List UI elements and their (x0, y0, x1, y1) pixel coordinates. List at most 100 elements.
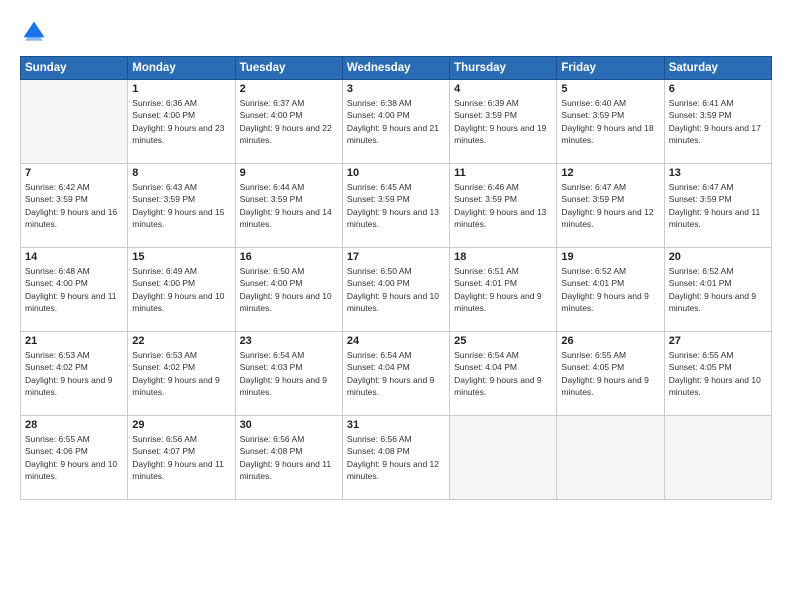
calendar-cell: 26 Sunrise: 6:55 AMSunset: 4:05 PMDayligh… (557, 332, 664, 416)
calendar-cell: 17Sunrise: 6:50 AMSunset: 4:00 PMDayligh… (342, 248, 449, 332)
calendar-cell (450, 416, 557, 500)
day-number: 31 (347, 419, 445, 431)
calendar-cell: 13Sunrise: 6:47 AMSunset: 3:59 PMDayligh… (664, 164, 771, 248)
day-info: Sunrise: 6:56 AMSunset: 4:08 PMDaylight:… (347, 433, 445, 482)
day-number: 12 (561, 167, 659, 179)
day-info: Sunrise: 6:56 AMSunset: 4:07 PMDaylight:… (132, 433, 230, 482)
day-info: Sunrise: 6:50 AMSunset: 4:00 PMDaylight:… (240, 265, 338, 314)
day-number: 27 (669, 335, 767, 347)
day-number: 26 (561, 335, 659, 347)
day-info: Sunrise: 6:44 AMSunset: 3:59 PMDaylight:… (240, 181, 338, 230)
calendar-cell (557, 416, 664, 500)
calendar-cell: 16 Sunrise: 6:50 AMSunset: 4:00 PMDayligh… (235, 248, 342, 332)
calendar-cell: 25Sunrise: 6:54 AMSunset: 4:04 PMDayligh… (450, 332, 557, 416)
weekday-header-cell: Wednesday (342, 57, 449, 80)
calendar-cell: 27 Sunrise: 6:55 AMSunset: 4:05 PMDayligh… (664, 332, 771, 416)
calendar-cell: 15 Sunrise: 6:49 AMSunset: 4:00 PMDayligh… (128, 248, 235, 332)
day-info: Sunrise: 6:46 AMSunset: 3:59 PMDaylight:… (454, 181, 552, 230)
day-info: Sunrise: 6:56 AMSunset: 4:08 PMDaylight:… (240, 433, 338, 482)
calendar-cell: 23 Sunrise: 6:54 AMSunset: 4:03 PMDayligh… (235, 332, 342, 416)
day-number: 10 (347, 167, 445, 179)
day-number: 15 (132, 251, 230, 263)
day-number: 2 (240, 83, 338, 95)
header (20, 18, 772, 46)
day-number: 19 (561, 251, 659, 263)
calendar-cell: 12Sunrise: 6:47 AMSunset: 3:59 PMDayligh… (557, 164, 664, 248)
weekday-header-cell: Thursday (450, 57, 557, 80)
calendar-cell: 29 Sunrise: 6:56 AMSunset: 4:07 PMDayligh… (128, 416, 235, 500)
day-number: 18 (454, 251, 552, 263)
day-info: Sunrise: 6:39 AMSunset: 3:59 PMDaylight:… (454, 97, 552, 146)
logo-icon (20, 18, 48, 46)
day-number: 14 (25, 251, 123, 263)
day-info: Sunrise: 6:47 AMSunset: 3:59 PMDaylight:… (669, 181, 767, 230)
weekday-header-cell: Sunday (21, 57, 128, 80)
calendar-cell: 5 Sunrise: 6:40 AMSunset: 3:59 PMDaylight… (557, 80, 664, 164)
day-number: 24 (347, 335, 445, 347)
weekday-header-cell: Saturday (664, 57, 771, 80)
day-info: Sunrise: 6:42 AMSunset: 3:59 PMDaylight:… (25, 181, 123, 230)
day-number: 11 (454, 167, 552, 179)
day-info: Sunrise: 6:55 AMSunset: 4:05 PMDaylight:… (561, 349, 659, 398)
calendar-cell: 28 Sunrise: 6:55 AMSunset: 4:06 PMDayligh… (21, 416, 128, 500)
day-info: Sunrise: 6:53 AMSunset: 4:02 PMDaylight:… (132, 349, 230, 398)
day-number: 28 (25, 419, 123, 431)
day-number: 6 (669, 83, 767, 95)
weekday-header-row: SundayMondayTuesdayWednesdayThursdayFrid… (21, 57, 772, 80)
calendar-body: 1 Sunrise: 6:36 AMSunset: 4:00 PMDaylight… (21, 80, 772, 500)
day-info: Sunrise: 6:54 AMSunset: 4:03 PMDaylight:… (240, 349, 338, 398)
calendar-cell: 10 Sunrise: 6:45 AMSunset: 3:59 PMDayligh… (342, 164, 449, 248)
day-number: 9 (240, 167, 338, 179)
calendar-cell: 3Sunrise: 6:38 AMSunset: 4:00 PMDaylight… (342, 80, 449, 164)
day-info: Sunrise: 6:36 AMSunset: 4:00 PMDaylight:… (132, 97, 230, 146)
day-info: Sunrise: 6:37 AMSunset: 4:00 PMDaylight:… (240, 97, 338, 146)
calendar-cell (664, 416, 771, 500)
day-number: 4 (454, 83, 552, 95)
calendar-cell: 7 Sunrise: 6:42 AMSunset: 3:59 PMDaylight… (21, 164, 128, 248)
day-info: Sunrise: 6:53 AMSunset: 4:02 PMDaylight:… (25, 349, 123, 398)
day-info: Sunrise: 6:50 AMSunset: 4:00 PMDaylight:… (347, 265, 445, 314)
calendar-cell: 14Sunrise: 6:48 AMSunset: 4:00 PMDayligh… (21, 248, 128, 332)
day-number: 16 (240, 251, 338, 263)
calendar-week-row: 1 Sunrise: 6:36 AMSunset: 4:00 PMDaylight… (21, 80, 772, 164)
weekday-header-cell: Friday (557, 57, 664, 80)
day-info: Sunrise: 6:55 AMSunset: 4:05 PMDaylight:… (669, 349, 767, 398)
calendar-week-row: 14Sunrise: 6:48 AMSunset: 4:00 PMDayligh… (21, 248, 772, 332)
day-number: 20 (669, 251, 767, 263)
calendar-cell (21, 80, 128, 164)
day-info: Sunrise: 6:54 AMSunset: 4:04 PMDaylight:… (347, 349, 445, 398)
calendar-cell: 21 Sunrise: 6:53 AMSunset: 4:02 PMDayligh… (21, 332, 128, 416)
calendar-cell: 18 Sunrise: 6:51 AMSunset: 4:01 PMDayligh… (450, 248, 557, 332)
day-number: 29 (132, 419, 230, 431)
day-number: 1 (132, 83, 230, 95)
day-info: Sunrise: 6:45 AMSunset: 3:59 PMDaylight:… (347, 181, 445, 230)
calendar-cell: 6 Sunrise: 6:41 AMSunset: 3:59 PMDaylight… (664, 80, 771, 164)
calendar-cell: 20Sunrise: 6:52 AMSunset: 4:01 PMDayligh… (664, 248, 771, 332)
day-info: Sunrise: 6:41 AMSunset: 3:59 PMDaylight:… (669, 97, 767, 146)
calendar-cell: 31 Sunrise: 6:56 AMSunset: 4:08 PMDayligh… (342, 416, 449, 500)
day-info: Sunrise: 6:55 AMSunset: 4:06 PMDaylight:… (25, 433, 123, 482)
calendar-cell: 8Sunrise: 6:43 AMSunset: 3:59 PMDaylight… (128, 164, 235, 248)
calendar-cell: 30Sunrise: 6:56 AMSunset: 4:08 PMDayligh… (235, 416, 342, 500)
calendar-table: SundayMondayTuesdayWednesdayThursdayFrid… (20, 56, 772, 500)
calendar-cell: 19Sunrise: 6:52 AMSunset: 4:01 PMDayligh… (557, 248, 664, 332)
day-info: Sunrise: 6:43 AMSunset: 3:59 PMDaylight:… (132, 181, 230, 230)
day-number: 21 (25, 335, 123, 347)
day-number: 5 (561, 83, 659, 95)
day-number: 3 (347, 83, 445, 95)
page: SundayMondayTuesdayWednesdayThursdayFrid… (0, 0, 792, 612)
calendar-cell: 24 Sunrise: 6:54 AMSunset: 4:04 PMDayligh… (342, 332, 449, 416)
calendar-cell: 2 Sunrise: 6:37 AMSunset: 4:00 PMDaylight… (235, 80, 342, 164)
day-number: 7 (25, 167, 123, 179)
day-info: Sunrise: 6:40 AMSunset: 3:59 PMDaylight:… (561, 97, 659, 146)
day-number: 23 (240, 335, 338, 347)
calendar-cell: 1 Sunrise: 6:36 AMSunset: 4:00 PMDaylight… (128, 80, 235, 164)
day-info: Sunrise: 6:51 AMSunset: 4:01 PMDaylight:… (454, 265, 552, 314)
calendar-week-row: 7 Sunrise: 6:42 AMSunset: 3:59 PMDaylight… (21, 164, 772, 248)
calendar-week-row: 21 Sunrise: 6:53 AMSunset: 4:02 PMDayligh… (21, 332, 772, 416)
weekday-header-cell: Tuesday (235, 57, 342, 80)
day-info: Sunrise: 6:54 AMSunset: 4:04 PMDaylight:… (454, 349, 552, 398)
day-info: Sunrise: 6:49 AMSunset: 4:00 PMDaylight:… (132, 265, 230, 314)
calendar-cell: 11 Sunrise: 6:46 AMSunset: 3:59 PMDayligh… (450, 164, 557, 248)
calendar-week-row: 28 Sunrise: 6:55 AMSunset: 4:06 PMDayligh… (21, 416, 772, 500)
